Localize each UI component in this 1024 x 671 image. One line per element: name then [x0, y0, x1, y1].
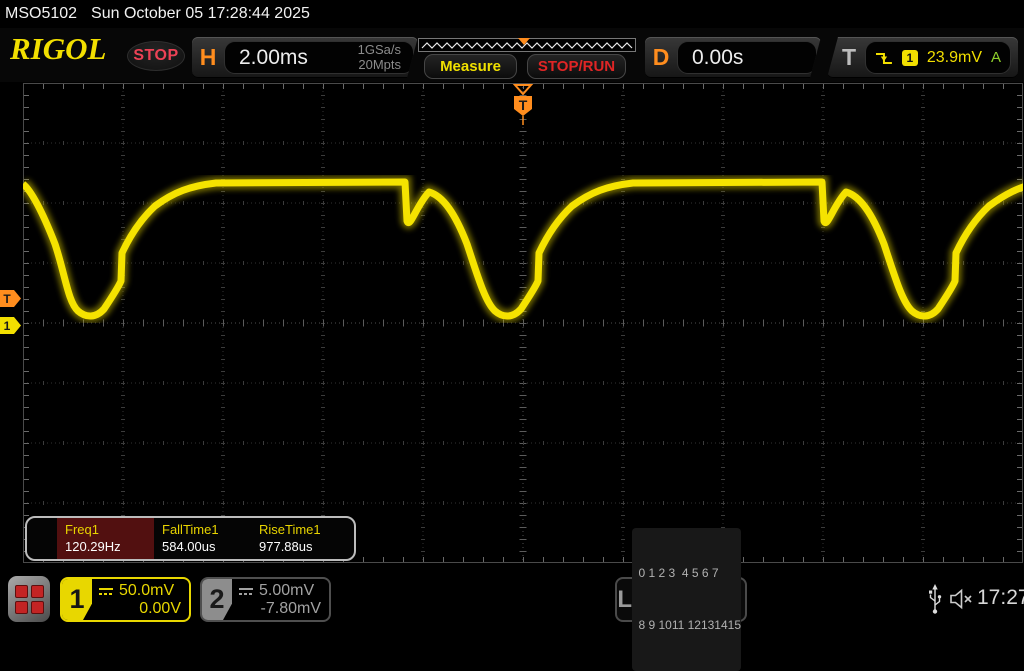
channel-2-offset: -7.80mV [238, 600, 321, 618]
trigger-source-badge: 1 [902, 50, 918, 66]
model-name: MSO5102 [5, 5, 77, 23]
clock-display: 17:27 [977, 586, 1024, 610]
trigger-pill: 1 23.9mV A [865, 41, 1011, 74]
delay-label: D [645, 44, 677, 71]
menu-grid-square [15, 585, 28, 598]
dc-coupling-icon [98, 586, 114, 596]
trigger-label: T [833, 44, 865, 71]
horizontal-settings-group[interactable]: H 2.00ms 1GSa/s 20Mpts [192, 37, 418, 78]
measurement-label: Freq1 [65, 522, 154, 537]
channel-2-values: 5.00mV -7.80mV [232, 579, 329, 620]
digital-row-1: 0 1 2 3 4 5 6 7 [638, 565, 741, 582]
channel-2-number: 2 [202, 579, 232, 620]
ch1-trace-glow [23, 182, 1023, 316]
trigger-mode: A [991, 49, 1001, 66]
measurement-label: FallTime1 [162, 522, 251, 537]
digital-channels-list: 0 1 2 3 4 5 6 7 8 9 1011 12131415 [632, 528, 741, 671]
memory-depth: 20Mpts [358, 57, 401, 72]
trigger-level-value: 23.9mV [927, 49, 982, 67]
datetime-text: Sun October 05 17:28:44 2025 [91, 5, 310, 23]
waveform-display-area[interactable]: T [23, 83, 1023, 563]
menu-grid-square [31, 601, 44, 614]
delay-settings-group[interactable]: D 0.00s [645, 37, 821, 78]
channel-1-number: 1 [62, 579, 92, 620]
stop-run-button[interactable]: STOP/RUN [527, 54, 626, 79]
trigger-level-glyph: T [3, 292, 11, 306]
horizontal-label: H [192, 44, 224, 71]
digital-row-2: 8 9 1011 12131415 [638, 617, 741, 634]
usb-icon [928, 584, 942, 616]
measurement-label: RiseTime1 [259, 522, 348, 537]
digital-channels-label: L [617, 586, 632, 614]
ch1-waveform [23, 83, 1023, 563]
measurement-panel: Freq1 120.29Hz FallTime1 584.00us RiseTi… [25, 516, 356, 561]
measure-button[interactable]: Measure [424, 54, 517, 79]
measurement-risetime1[interactable]: RiseTime1 977.88us [251, 518, 348, 559]
title-bar: MSO5102 Sun October 05 17:28:44 2025 [0, 0, 1024, 28]
measurement-freq1[interactable]: Freq1 120.29Hz [57, 518, 154, 559]
digital-channels-badge[interactable]: L 0 1 2 3 4 5 6 7 8 9 1011 12131415 [615, 577, 747, 622]
measurement-falltime1[interactable]: FallTime1 584.00us [154, 518, 251, 559]
measurement-value: 120.29Hz [65, 539, 154, 554]
menu-grid-icon[interactable] [8, 576, 50, 622]
bottom-status-bar: 1 50.0mV 0.00V 2 5.00mV -7.80mV [0, 570, 1024, 630]
channel-1-scale: 50.0mV [119, 582, 174, 600]
speaker-muted-icon [950, 588, 975, 610]
rigol-logo: RIGOL [10, 31, 106, 67]
ch1-marker-glyph: 1 [4, 319, 11, 333]
channel-2-badge[interactable]: 2 5.00mV -7.80mV [200, 577, 331, 622]
waveform-position-bar[interactable] [418, 37, 636, 52]
menu-grid-square [31, 585, 44, 598]
run-state-badge[interactable]: STOP [127, 41, 185, 71]
trigger-level-marker[interactable]: T [0, 290, 21, 307]
measurement-value: 584.00us [162, 539, 251, 554]
channel-2-scale: 5.00mV [259, 582, 314, 600]
trigger-slope-icon [875, 50, 893, 66]
timebase-value: 2.00ms [239, 46, 308, 70]
measurement-value: 977.88us [259, 539, 348, 554]
acquisition-info: 1GSa/s 20Mpts [358, 43, 401, 72]
channel-1-values: 50.0mV 0.00V [92, 579, 189, 620]
channel-1-offset: 0.00V [98, 600, 181, 618]
timebase-pill: 2.00ms 1GSa/s 20Mpts [224, 41, 414, 74]
trigger-settings-group[interactable]: T 1 23.9mV A [827, 37, 1018, 78]
delay-value: 0.00s [692, 46, 743, 70]
delay-pill: 0.00s [677, 41, 817, 74]
dc-coupling-icon [238, 586, 254, 596]
menu-grid-square [15, 601, 28, 614]
sample-rate: 1GSa/s [358, 42, 401, 57]
ch1-ground-marker[interactable]: 1 [0, 317, 21, 334]
header-bar: RIGOL STOP H 2.00ms 1GSa/s 20Mpts Measur… [0, 28, 1024, 82]
channel-1-badge[interactable]: 1 50.0mV 0.00V [60, 577, 191, 622]
